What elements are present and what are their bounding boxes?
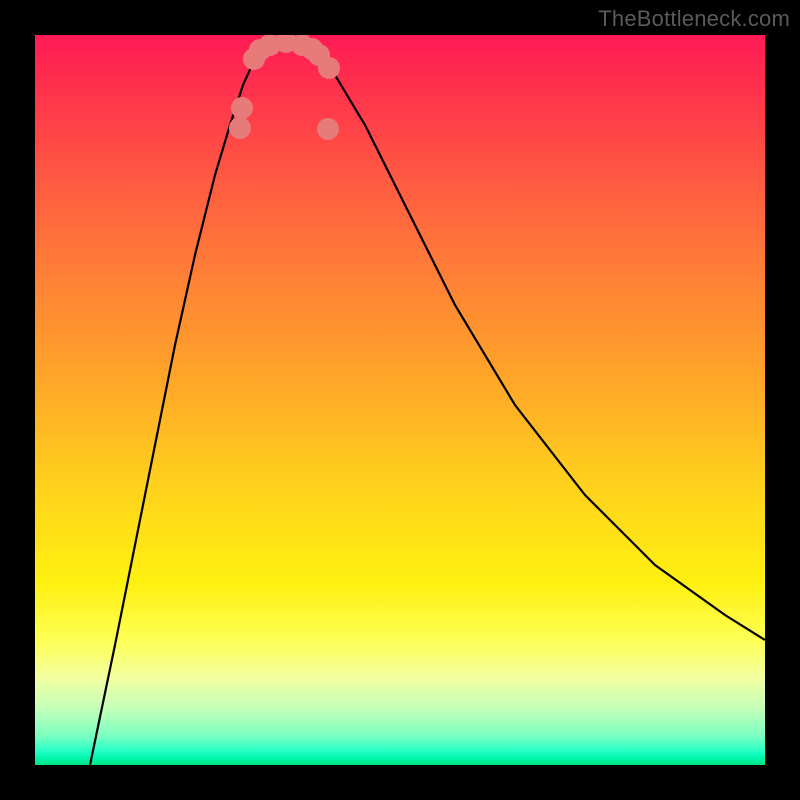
bottleneck-curve: [90, 41, 765, 765]
curve-svg: [35, 35, 765, 765]
curve-markers: [229, 35, 340, 140]
watermark-text: TheBottleneck.com: [598, 6, 790, 32]
marker-dot: [229, 117, 251, 139]
marker-dot: [317, 118, 339, 140]
plot-area: [35, 35, 765, 765]
marker-dot: [318, 57, 340, 79]
chart-frame: TheBottleneck.com: [0, 0, 800, 800]
marker-dot: [231, 97, 253, 119]
